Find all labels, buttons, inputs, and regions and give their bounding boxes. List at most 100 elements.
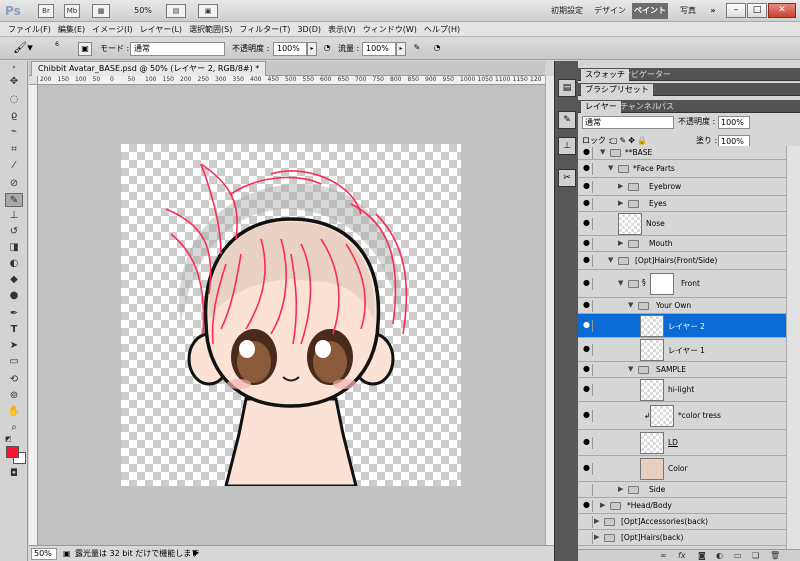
- visibility-eye-icon[interactable]: ●: [581, 147, 593, 159]
- more-workspaces-button[interactable]: »: [706, 3, 720, 19]
- eraser-tool-icon[interactable]: ◨: [5, 241, 23, 255]
- brush-tool-icon[interactable]: ✎: [5, 193, 23, 207]
- pressure-size-icon[interactable]: ◔: [430, 42, 444, 56]
- menu-file[interactable]: ファイル(F): [6, 22, 56, 36]
- layer-blend-mode-select[interactable]: 通常: [582, 116, 674, 129]
- layer-row[interactable]: ● hi-light: [578, 378, 786, 402]
- airbrush-icon[interactable]: ✎: [410, 42, 424, 56]
- expand-triangle-icon[interactable]: ▶: [618, 485, 623, 493]
- vertical-ruler[interactable]: [29, 85, 38, 545]
- status-menu-arrow-icon[interactable]: ▶: [193, 548, 199, 557]
- menu-3d[interactable]: 3D(D): [295, 22, 326, 36]
- visibility-eye-icon[interactable]: ●: [581, 255, 593, 267]
- visibility-eye-icon[interactable]: ●: [581, 320, 593, 332]
- canvas-viewport[interactable]: [38, 85, 545, 545]
- add-mask-icon[interactable]: ◙: [698, 551, 706, 561]
- flow-slider-arrow-icon[interactable]: ▸: [396, 42, 406, 56]
- move-tool-icon[interactable]: ✥: [5, 75, 23, 89]
- zoom-tool-icon[interactable]: ⌕: [5, 421, 23, 435]
- pressure-opacity-icon[interactable]: ◔: [320, 42, 334, 56]
- zoom-level-dropdown[interactable]: 50%: [128, 3, 158, 19]
- visibility-eye-icon[interactable]: ●: [581, 500, 593, 512]
- marquee-tool-icon[interactable]: ◌: [5, 93, 23, 107]
- layers-scrollbar[interactable]: [786, 146, 800, 549]
- visibility-eye-icon[interactable]: ●: [581, 364, 593, 376]
- layer-row[interactable]: ● ▼ Your Own: [578, 298, 786, 314]
- document-tab[interactable]: Chibbit Avatar_BASE.psd @ 50% (レイヤー 2, R…: [31, 61, 267, 76]
- mask-thumbnail[interactable]: [650, 273, 674, 295]
- layer-style-icon[interactable]: fx: [678, 551, 686, 561]
- crop-tool-icon[interactable]: ⌗: [5, 143, 23, 157]
- layer-row[interactable]: ● レイヤー 1: [578, 338, 786, 362]
- expand-triangle-icon[interactable]: ▶: [618, 239, 623, 247]
- tool-presets-panel-icon[interactable]: ✂: [558, 169, 576, 187]
- visibility-eye-icon[interactable]: ●: [581, 532, 593, 544]
- eyedropper-tool-icon[interactable]: ⁄: [5, 159, 23, 173]
- healing-brush-tool-icon[interactable]: ⊘: [5, 177, 23, 191]
- workspace-essentials-button[interactable]: 初期設定: [546, 3, 588, 19]
- history-panel-icon[interactable]: ▤: [558, 79, 576, 97]
- type-tool-icon[interactable]: T: [5, 323, 23, 337]
- hand-tool-icon[interactable]: ✋: [5, 405, 23, 419]
- horizontal-ruler[interactable]: 200 150 100 50 0 50 100 150 200 250 300 350 400 450 50…: [38, 76, 545, 85]
- status-info-icon[interactable]: ▣: [63, 549, 71, 559]
- layer-row[interactable]: ● Color: [578, 456, 786, 482]
- layer-row[interactable]: ●▶ [Opt]Accessories(back): [578, 514, 786, 530]
- opacity-input[interactable]: 100%: [273, 42, 307, 56]
- layer-row-selected[interactable]: ● レイヤー 2: [578, 314, 786, 338]
- foreground-color-swatch[interactable]: [6, 446, 19, 458]
- expand-triangle-icon[interactable]: ▼: [618, 279, 623, 287]
- minimize-icon[interactable]: –: [726, 3, 746, 18]
- delete-layer-icon[interactable]: 🗑: [770, 551, 780, 561]
- workspace-photo-button[interactable]: 写真: [674, 3, 702, 19]
- close-icon[interactable]: ✕: [768, 3, 796, 18]
- clone-stamp-tool-icon[interactable]: ⊥: [5, 209, 23, 223]
- expand-triangle-icon[interactable]: ▶: [618, 182, 623, 190]
- adjustment-layer-icon[interactable]: ◐: [716, 551, 723, 561]
- layer-row[interactable]: ● ▶ Eyes: [578, 196, 786, 212]
- history-brush-tool-icon[interactable]: ↺: [5, 225, 23, 239]
- dodge-tool-icon[interactable]: ●: [5, 289, 23, 303]
- tab-navigator[interactable]: ナビゲーター: [619, 69, 675, 81]
- expand-triangle-icon[interactable]: ▶: [600, 501, 605, 509]
- layer-row[interactable]: ● ▶ Eyebrow: [578, 178, 786, 196]
- layer-row[interactable]: ● ▼ [Opt]Hairs(Front/Side): [578, 252, 786, 270]
- layer-row[interactable]: ● ↲ *color tress: [578, 402, 786, 430]
- visibility-eye-icon[interactable]: ●: [581, 484, 593, 496]
- brush-panel-toggle-icon[interactable]: ▣: [78, 42, 92, 56]
- quick-selection-tool-icon[interactable]: ⌁: [5, 125, 23, 139]
- toolbar-collapse-icon[interactable]: »: [5, 65, 23, 71]
- expand-triangle-icon[interactable]: ▼: [628, 301, 633, 309]
- clone-source-panel-icon[interactable]: ⊥: [558, 137, 576, 155]
- layer-row[interactable]: ● ▶ Side: [578, 482, 786, 498]
- tab-brush-presets[interactable]: ブラシプリセット: [581, 84, 653, 96]
- layer-row[interactable]: ● ▼ **BASE: [578, 146, 786, 160]
- visibility-eye-icon[interactable]: ●: [581, 198, 593, 210]
- menu-view[interactable]: 表示(V): [326, 22, 361, 36]
- layer-row[interactable]: ● Nose: [578, 212, 786, 236]
- paint-bucket-tool-icon[interactable]: ◐: [5, 257, 23, 271]
- expand-triangle-icon[interactable]: ▶: [594, 533, 599, 541]
- layer-row[interactable]: ● ▼ SAMPLE: [578, 362, 786, 378]
- canvas-vertical-scrollbar[interactable]: [545, 76, 554, 545]
- menu-window[interactable]: ウィンドウ(W): [361, 22, 422, 36]
- expand-triangle-icon[interactable]: ▶: [618, 199, 623, 207]
- visibility-eye-icon[interactable]: ●: [581, 384, 593, 396]
- layer-row[interactable]: ●▶ [Opt]Hairs(back): [578, 530, 786, 546]
- menu-layer[interactable]: レイヤー(L): [138, 22, 187, 36]
- layer-row[interactable]: ● LD: [578, 430, 786, 456]
- artboard[interactable]: [121, 144, 461, 488]
- view-extras-icon[interactable]: ▦: [92, 4, 110, 18]
- expand-triangle-icon[interactable]: ▼: [628, 365, 633, 373]
- expand-triangle-icon[interactable]: ▶: [594, 517, 599, 525]
- visibility-eye-icon[interactable]: ●: [581, 300, 593, 312]
- pen-tool-icon[interactable]: ✒: [5, 307, 23, 321]
- visibility-eye-icon[interactable]: ●: [581, 218, 593, 230]
- bridge-button[interactable]: Br: [38, 4, 54, 18]
- ruler-origin[interactable]: [29, 76, 38, 85]
- screen-mode-icon[interactable]: ▣: [198, 4, 218, 18]
- expand-triangle-icon[interactable]: ▼: [608, 164, 613, 172]
- tab-layers[interactable]: レイヤー: [581, 101, 621, 113]
- path-selection-tool-icon[interactable]: ➤: [5, 339, 23, 353]
- visibility-eye-icon[interactable]: ●: [581, 238, 593, 250]
